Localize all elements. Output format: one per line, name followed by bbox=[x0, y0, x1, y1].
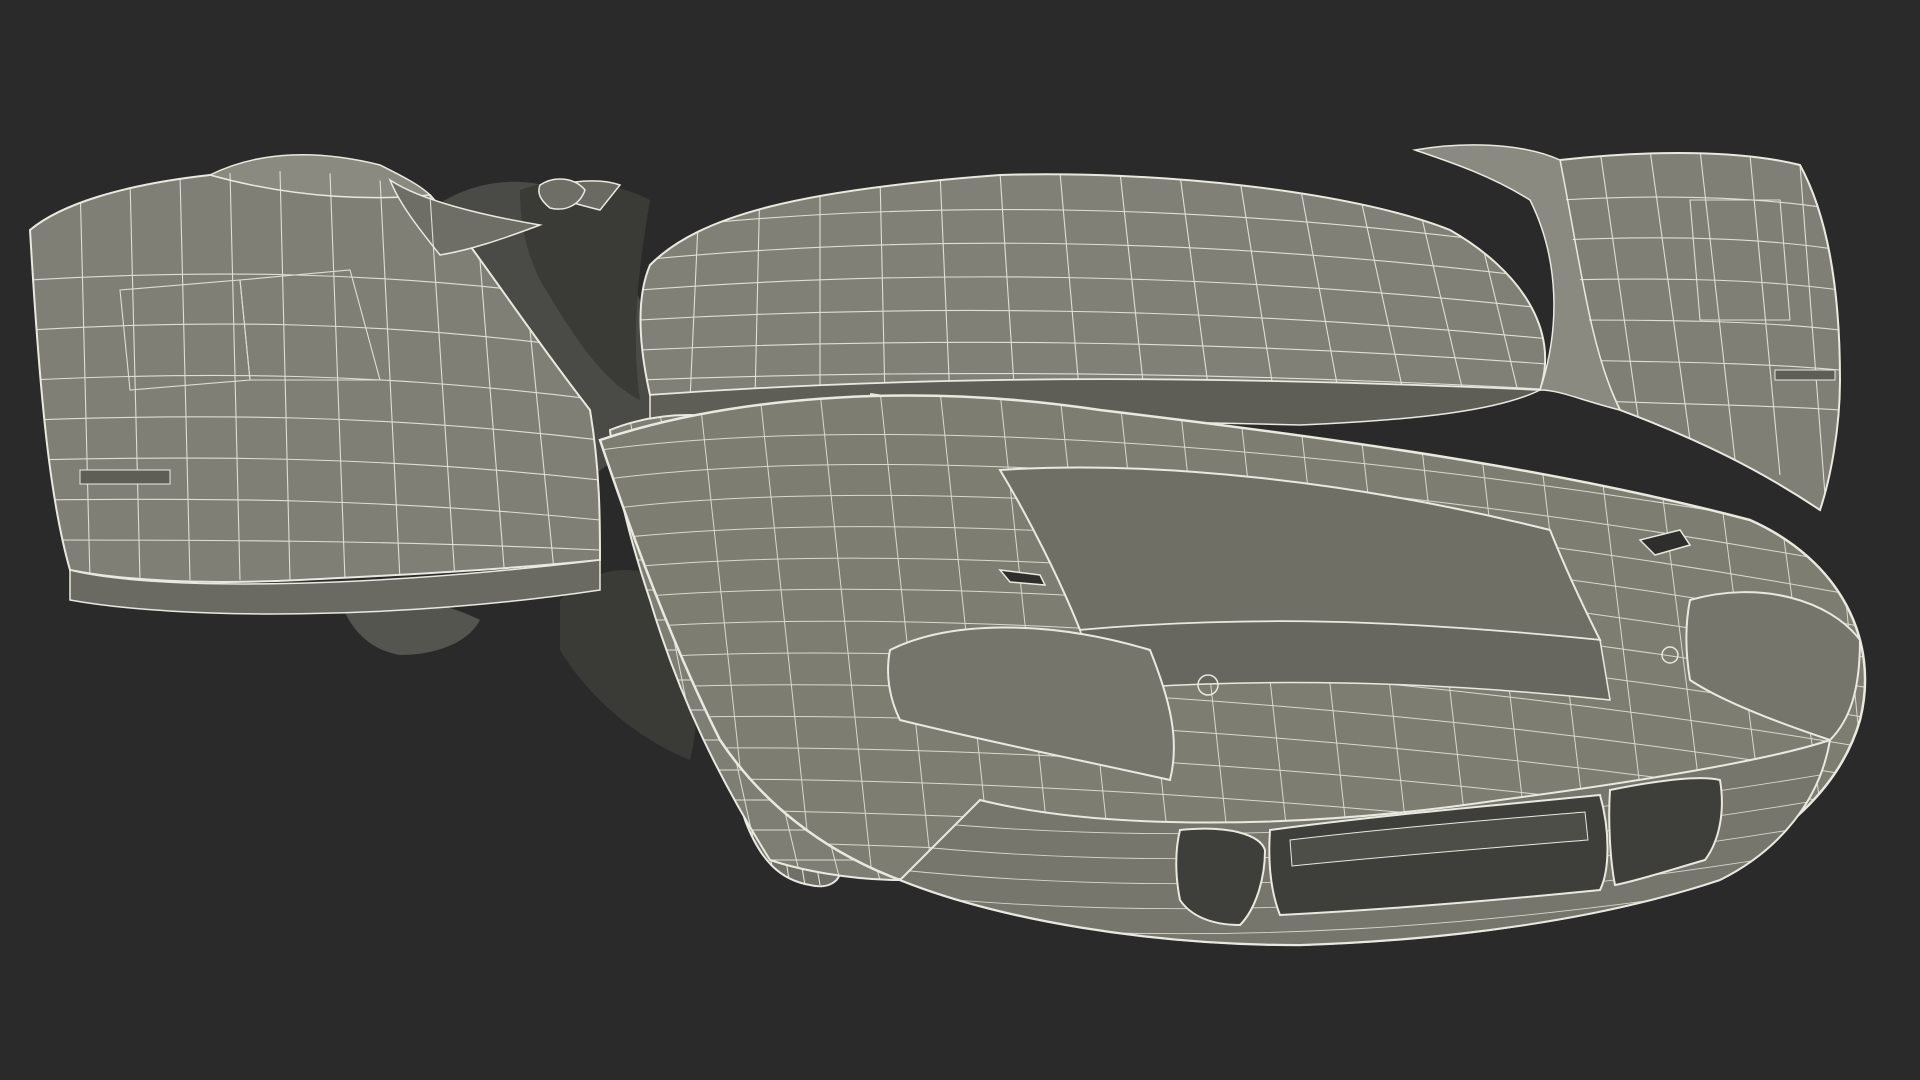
left-door bbox=[28, 154, 602, 615]
car-wireframe-render bbox=[0, 0, 1920, 1080]
render-viewport bbox=[0, 0, 1920, 1080]
